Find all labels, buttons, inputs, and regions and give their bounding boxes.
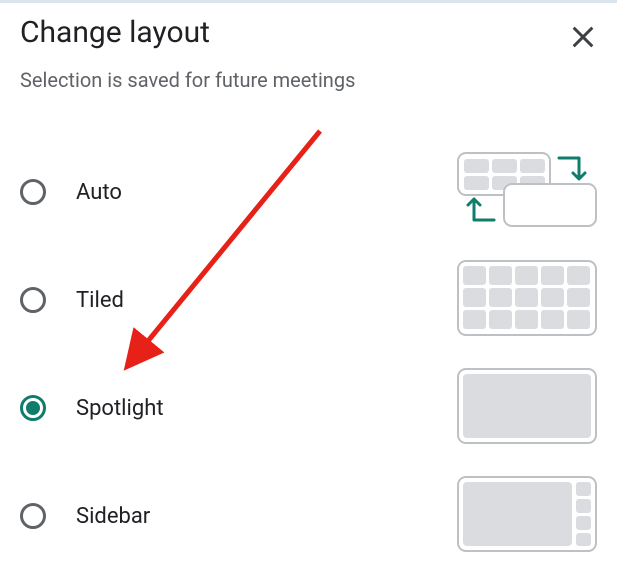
radio-spotlight[interactable] [20,395,46,421]
preview-sidebar-icon [457,476,597,556]
option-label-auto: Auto [76,180,122,205]
radio-auto[interactable] [20,179,46,205]
change-layout-dialog: Change layout Selection is saved for fut… [0,3,617,570]
dialog-header: Change layout [20,15,597,58]
preview-auto-icon [457,152,597,232]
option-label-tiled: Tiled [76,288,124,313]
dialog-subtitle: Selection is saved for future meetings [20,68,597,92]
layout-option-auto[interactable]: Auto [20,138,597,246]
layout-options: Auto [20,138,597,570]
option-label-spotlight: Spotlight [76,396,164,421]
dialog-title: Change layout [20,15,210,50]
close-button[interactable] [565,19,601,58]
layout-option-spotlight[interactable]: Spotlight [20,354,597,462]
option-label-sidebar: Sidebar [76,504,150,529]
radio-tiled[interactable] [20,287,46,313]
radio-sidebar[interactable] [20,503,46,529]
preview-tiled-icon [457,260,597,340]
layout-option-sidebar[interactable]: Sidebar [20,462,597,570]
preview-spotlight-icon [457,368,597,448]
close-icon [569,23,597,51]
layout-option-tiled[interactable]: Tiled [20,246,597,354]
